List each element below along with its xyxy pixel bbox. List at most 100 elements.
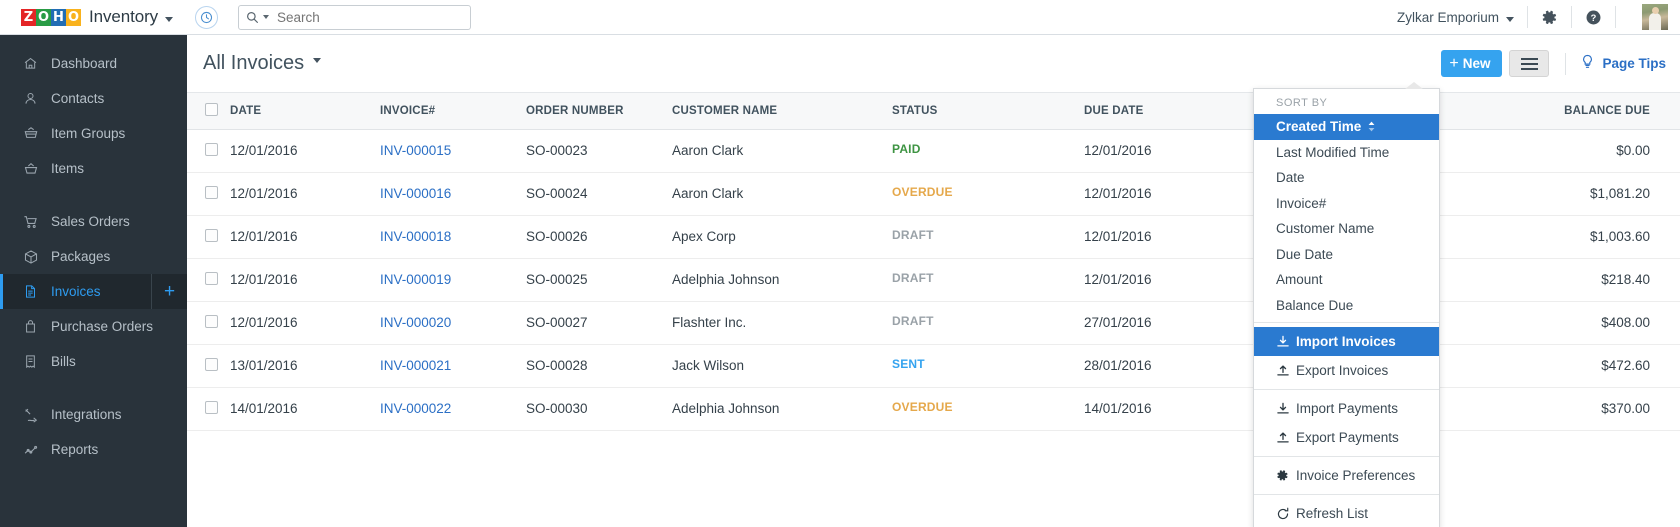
page-title-caret-down-icon[interactable]: [313, 58, 321, 63]
sort-and-actions-dropdown: SORT BY Created TimeLast Modified TimeDa…: [1253, 88, 1440, 527]
cell-status: OVERDUE: [892, 387, 1084, 430]
dropdown-item-invoice[interactable]: Invoice#: [1254, 191, 1439, 217]
sidebar-item-items[interactable]: Items: [0, 151, 187, 186]
invoice-link[interactable]: INV-000020: [380, 315, 451, 330]
cell-customer: Adelphia Johnson: [672, 387, 892, 430]
sidebar-item-contacts[interactable]: Contacts: [0, 81, 187, 116]
invoice-link[interactable]: INV-000018: [380, 229, 451, 244]
logo-letter-o2: O: [66, 9, 81, 26]
column-header-date[interactable]: DATE: [230, 93, 380, 129]
sidebar-item-packages[interactable]: Packages: [0, 239, 187, 274]
column-header-invoice[interactable]: INVOICE#: [380, 93, 526, 129]
dropdown-item-customer-name[interactable]: Customer Name: [1254, 216, 1439, 242]
invoice-link[interactable]: INV-000015: [380, 143, 451, 158]
table-row[interactable]: 12/01/2016INV-000019SO-00025Adelphia Joh…: [187, 258, 1680, 301]
table-body: 12/01/2016INV-000015SO-00023Aaron ClarkP…: [187, 129, 1680, 430]
column-header-order-number[interactable]: ORDER NUMBER: [526, 93, 672, 129]
column-header-customer[interactable]: CUSTOMER NAME: [672, 93, 892, 129]
search-scope-caret-icon[interactable]: [263, 15, 269, 19]
column-header-status[interactable]: STATUS: [892, 93, 1084, 129]
page-tips-button[interactable]: Page Tips: [1580, 54, 1666, 73]
cell-order-number: SO-00030: [526, 387, 672, 430]
top-bar-right: Zylkar Emporium ?: [1397, 0, 1680, 35]
page-header-actions: + New Page Tips: [1441, 50, 1666, 77]
row-checkbox[interactable]: [205, 143, 218, 156]
receipt-icon: [23, 354, 45, 369]
cell-customer: Apex Corp: [672, 215, 892, 258]
dropdown-item-due-date[interactable]: Due Date: [1254, 242, 1439, 268]
new-button-label: New: [1463, 56, 1491, 71]
table-row[interactable]: 12/01/2016INV-000015SO-00023Aaron ClarkP…: [187, 129, 1680, 172]
sidebar-item-integrations[interactable]: Integrations: [0, 397, 187, 432]
invoice-link[interactable]: INV-000022: [380, 401, 451, 416]
dropdown-item-label: Import Payments: [1296, 401, 1398, 416]
table-row[interactable]: 12/01/2016INV-000018SO-00026Apex CorpDRA…: [187, 215, 1680, 258]
dropdown-item-export-invoices[interactable]: Export Invoices: [1254, 356, 1439, 385]
dropdown-item-import-payments[interactable]: Import Payments: [1254, 394, 1439, 423]
refresh-icon: [1274, 507, 1291, 521]
row-select-cell: [187, 301, 230, 344]
invoice-link[interactable]: INV-000016: [380, 186, 451, 201]
row-checkbox[interactable]: [205, 401, 218, 414]
cell-order-number: SO-00028: [526, 344, 672, 387]
org-name[interactable]: Zylkar Emporium: [1397, 10, 1499, 25]
dropdown-item-refresh-list[interactable]: Refresh List: [1254, 499, 1439, 527]
table-row[interactable]: 13/01/2016INV-000021SO-00028Jack WilsonS…: [187, 344, 1680, 387]
dropdown-item-date[interactable]: Date: [1254, 165, 1439, 191]
select-all-header: [187, 93, 230, 129]
app-root: Z O H O Inventory Zylkar Emporium: [0, 0, 1680, 527]
avatar[interactable]: [1642, 4, 1668, 30]
sidebar-item-bills[interactable]: Bills: [0, 344, 187, 379]
row-checkbox[interactable]: [205, 272, 218, 285]
dropdown-item-export-payments[interactable]: Export Payments: [1254, 423, 1439, 452]
sidebar-item-dashboard[interactable]: Dashboard: [0, 46, 187, 81]
dropdown-separator: [1254, 456, 1439, 457]
table-row[interactable]: 14/01/2016INV-000022SO-00030Adelphia Joh…: [187, 387, 1680, 430]
export-upload-icon: [1274, 364, 1291, 378]
dropdown-item-amount[interactable]: Amount: [1254, 267, 1439, 293]
select-all-checkbox[interactable]: [205, 103, 218, 116]
divider: [1565, 53, 1566, 75]
cell-customer: Flashter Inc.: [672, 301, 892, 344]
row-checkbox[interactable]: [205, 358, 218, 371]
row-checkbox[interactable]: [205, 315, 218, 328]
dropdown-item-import-invoices[interactable]: Import Invoices: [1254, 327, 1439, 356]
sidebar-item-sales-orders[interactable]: Sales Orders: [0, 204, 187, 239]
sidebar-item-purchase-orders[interactable]: Purchase Orders: [0, 309, 187, 344]
caret-down-icon[interactable]: [165, 17, 173, 22]
invoices-table: DATE INVOICE# ORDER NUMBER CUSTOMER NAME…: [187, 93, 1680, 431]
invoice-link[interactable]: INV-000019: [380, 272, 451, 287]
sidebar-item-item-groups[interactable]: Item Groups: [0, 116, 187, 151]
hamburger-menu-icon[interactable]: [1509, 50, 1549, 77]
sidebar-item-label: Invoices: [51, 284, 101, 299]
row-checkbox[interactable]: [205, 229, 218, 242]
dropdown-item-balance-due[interactable]: Balance Due: [1254, 293, 1439, 319]
import-download-icon: [1274, 402, 1291, 416]
dropdown-item-created-time[interactable]: Created Time: [1254, 114, 1439, 140]
search-box[interactable]: [238, 5, 471, 30]
sort-asc-icon: [1367, 121, 1376, 132]
dropdown-item-invoice-preferences[interactable]: Invoice Preferences: [1254, 461, 1439, 490]
sidebar-item-invoices[interactable]: Invoices +: [0, 274, 187, 309]
sidebar-item-reports[interactable]: Reports: [0, 432, 187, 467]
add-invoice-button[interactable]: +: [151, 274, 187, 309]
new-button[interactable]: + New: [1441, 50, 1502, 77]
org-caret-down-icon[interactable]: [1506, 17, 1514, 22]
search-input[interactable]: [277, 10, 447, 25]
sidebar-item-label: Dashboard: [51, 56, 117, 71]
sidebar-item-label: Reports: [51, 442, 98, 457]
invoice-link[interactable]: INV-000021: [380, 358, 451, 373]
row-checkbox[interactable]: [205, 186, 218, 199]
cell-status: DRAFT: [892, 301, 1084, 344]
status-badge: SENT: [892, 357, 925, 371]
table-row[interactable]: 12/01/2016INV-000016SO-00024Aaron ClarkO…: [187, 172, 1680, 215]
question-circle-icon[interactable]: ?: [1585, 9, 1602, 26]
table-row[interactable]: 12/01/2016INV-000020SO-00027Flashter Inc…: [187, 301, 1680, 344]
gear-icon[interactable]: [1541, 9, 1558, 26]
dropdown-item-last-modified-time[interactable]: Last Modified Time: [1254, 140, 1439, 166]
sidebar-item-label: Sales Orders: [51, 214, 130, 229]
sidebar-item-label: Packages: [51, 249, 110, 264]
brand[interactable]: Z O H O Inventory: [21, 7, 173, 27]
clock-history-icon[interactable]: [195, 6, 218, 29]
page-header: All Invoices + New: [187, 35, 1680, 93]
